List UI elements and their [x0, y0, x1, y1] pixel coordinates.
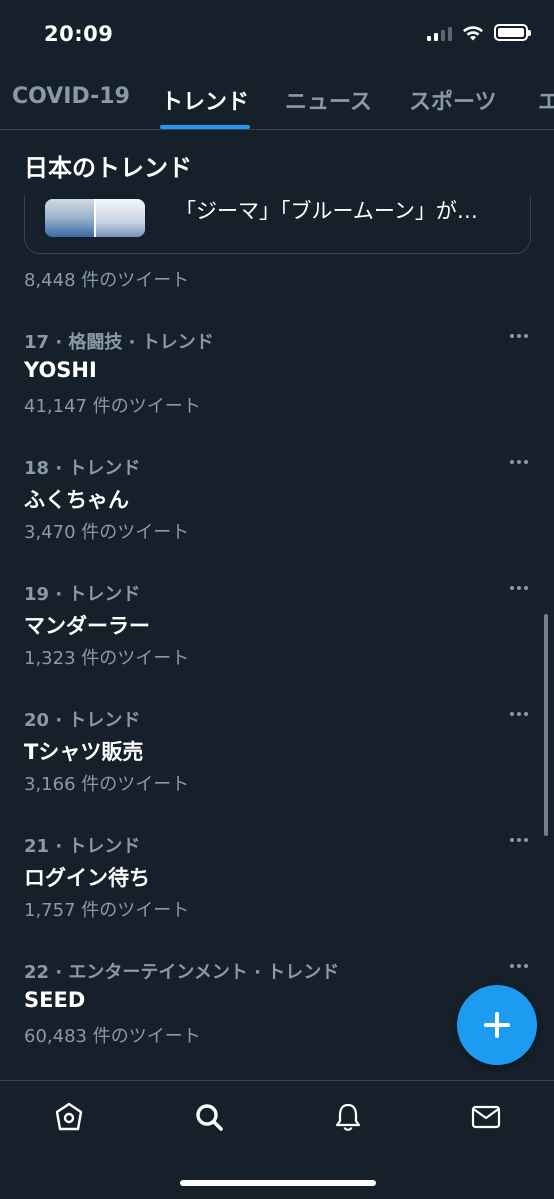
- search-icon[interactable]: [193, 1101, 225, 1133]
- trend-tweet-count: 8,448 件のツイート: [24, 270, 190, 291]
- wifi-icon: [463, 25, 483, 40]
- trend-name: YOSHI: [24, 358, 97, 382]
- bell-icon[interactable]: [332, 1101, 364, 1133]
- tab-entertainment[interactable]: エ: [538, 84, 554, 116]
- trend-item[interactable]: 17 · 格闘技 · トレンド YOSHI 41,147 件のツイート: [0, 328, 554, 454]
- trend-item[interactable]: 19 · トレンド マンダーラー 1,323 件のツイート: [0, 580, 554, 706]
- news-thumbnail: [45, 199, 145, 237]
- trend-item[interactable]: 20 · トレンド Tシャツ販売 3,166 件のツイート: [0, 706, 554, 832]
- trend-meta: 19 · トレンド: [24, 584, 141, 605]
- more-icon[interactable]: [510, 334, 528, 338]
- trend-name: ふくちゃん: [24, 488, 129, 512]
- status-bar: 20:09: [0, 0, 554, 70]
- scrollbar[interactable]: [544, 614, 548, 836]
- more-icon[interactable]: [510, 712, 528, 716]
- trend-item[interactable]: 18 · トレンド ふくちゃん 3,470 件のツイート: [0, 454, 554, 580]
- trend-item[interactable]: 21 · トレンド ログイン待ち 1,757 件のツイート: [0, 832, 554, 958]
- trend-meta: 21 · トレンド: [24, 836, 141, 857]
- trend-tweet-count: 41,147 件のツイート: [24, 396, 201, 417]
- trend-name: マンダーラー: [24, 614, 150, 638]
- trend-name: SEED: [24, 988, 86, 1012]
- trend-name: Tシャツ販売: [24, 740, 144, 764]
- more-icon[interactable]: [510, 964, 528, 968]
- home-icon[interactable]: [53, 1101, 85, 1133]
- tab-trends[interactable]: トレンド: [161, 84, 249, 116]
- trend-tweet-count: 3,166 件のツイート: [24, 774, 190, 795]
- trend-meta: 18 · トレンド: [24, 458, 141, 479]
- more-icon[interactable]: [510, 460, 528, 464]
- more-icon[interactable]: [510, 838, 528, 842]
- tab-sports[interactable]: スポーツ: [409, 84, 497, 116]
- trend-meta: 22 · エンターテインメント · トレンド: [24, 962, 340, 983]
- explore-tabs: COVID-19 トレンド ニュース スポーツ エ: [0, 70, 554, 130]
- trend-tweet-count: 1,323 件のツイート: [24, 648, 190, 669]
- tab-active-indicator: [160, 125, 250, 129]
- section-title: 日本のトレンド: [24, 154, 192, 182]
- section-header: 日本のトレンド: [0, 130, 554, 196]
- trend-meta: 17 · 格闘技 · トレンド: [24, 332, 214, 353]
- compose-tweet-button[interactable]: [457, 985, 537, 1065]
- home-indicator[interactable]: [180, 1180, 376, 1186]
- status-time: 20:09: [44, 22, 114, 46]
- tab-news[interactable]: ニュース: [285, 84, 372, 116]
- news-headline: 「ジーマ」「ブルームーン」が…: [175, 199, 478, 223]
- trend-tweet-count: 3,470 件のツイート: [24, 522, 190, 543]
- more-icon[interactable]: [510, 586, 528, 590]
- mail-icon[interactable]: [470, 1101, 502, 1133]
- signal-icon: [427, 25, 452, 41]
- trend-tweet-count: 60,483 件のツイート: [24, 1026, 201, 1047]
- screen: 20:09 COVID-19 トレンド ニュース スポーツ エ 「ジーマ」「ブル…: [0, 0, 554, 1199]
- trend-name: ログイン待ち: [24, 866, 150, 890]
- tab-covid19[interactable]: COVID-19: [12, 84, 130, 109]
- status-icons: [427, 24, 531, 41]
- trend-meta: 20 · トレンド: [24, 710, 141, 731]
- battery-icon: [494, 24, 531, 41]
- trend-tweet-count: 1,757 件のツイート: [24, 900, 190, 921]
